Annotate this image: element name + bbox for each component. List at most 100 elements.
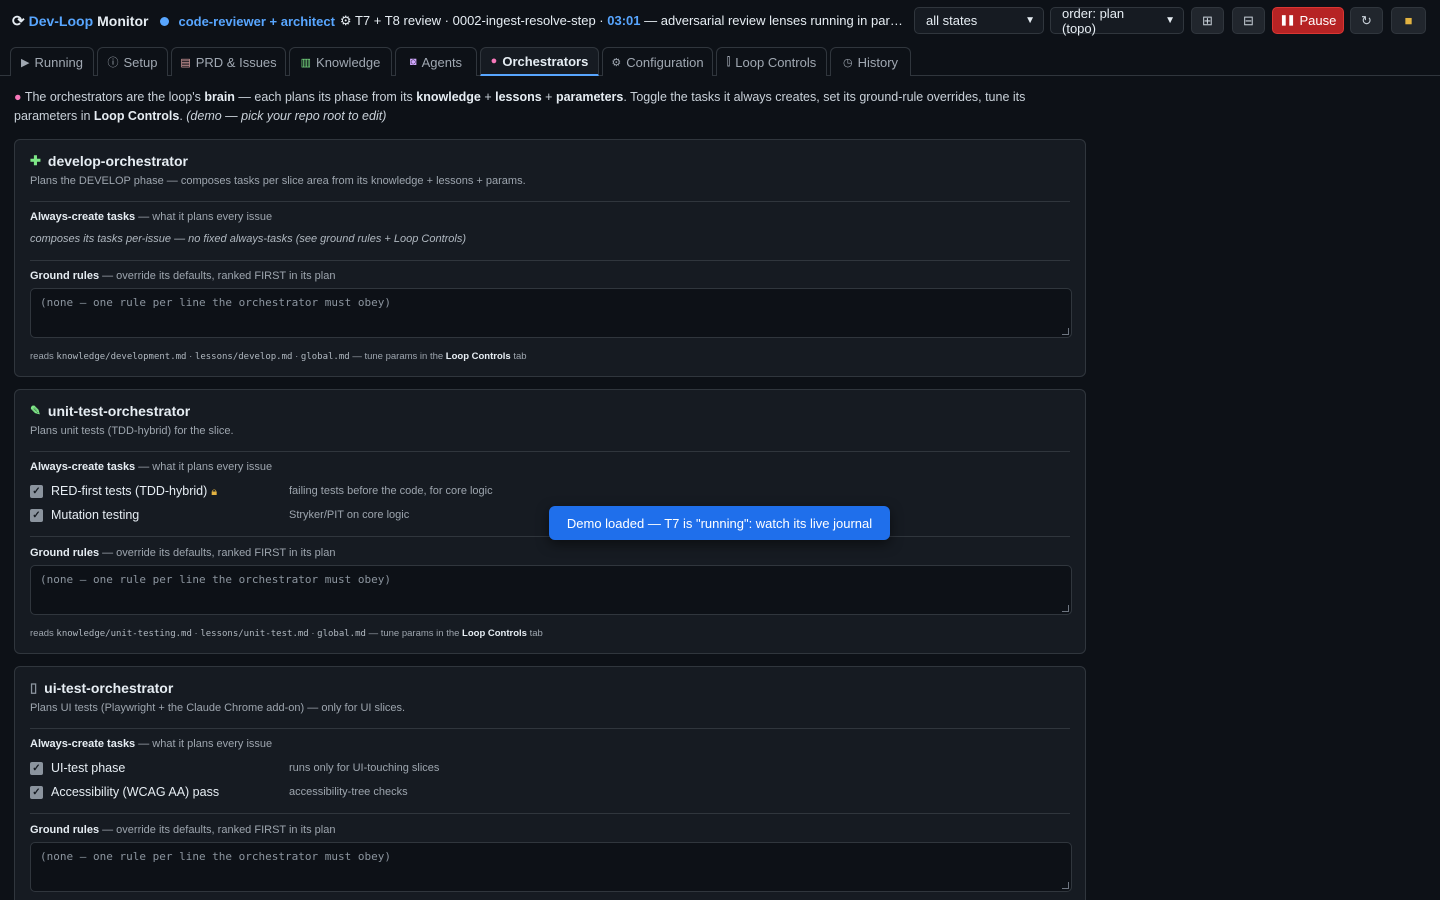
status-line: ⚙ T7 + T8 review · 0002-ingest-resolve-s… [340,13,910,29]
task-checkbox[interactable]: ✓ [30,785,43,799]
tab-loop-controls[interactable]: ⫿ Loop Controls [716,47,827,76]
clock-icon: ◷ [842,56,853,69]
section-hint: — what it plans every issue [135,738,273,750]
orchestrator-name: ui-test-orchestrator [44,680,174,696]
chevron-down-icon: ▼ [1025,15,1035,26]
chevron-down-icon: ▼ [1165,15,1175,26]
pause-label: Pause [1299,13,1337,28]
ground-rules-label: Ground rules — override its defaults, ra… [30,547,335,559]
split-view-button[interactable]: ⊟ [1232,7,1265,34]
always-create-label: Always-create tasks — what it plans ever… [30,211,272,223]
ground-rules-label: Ground rules — override its defaults, ra… [30,824,335,836]
always-create-label: Always-create tasks — what it plans ever… [30,738,272,750]
divider [30,260,1070,261]
tune-tab-link[interactable]: Loop Controls [446,351,511,362]
brain-icon: ● [14,90,22,104]
task-checkbox[interactable]: ✓ [30,484,43,498]
ground-rules-placeholder: (none — one rule per line the orchestrat… [40,296,391,309]
tab-agents[interactable]: ◙ Agents [395,47,477,76]
ground-rules-placeholder: (none — one rule per line the orchestrat… [40,573,391,586]
info-icon: ⓘ [107,57,119,69]
intro-text: ● The orchestrators are the loop's brain… [14,88,1084,126]
intro-bold: brain [204,90,235,104]
tab-label: Agents [421,54,463,70]
task-label: Mutation testing [51,508,140,522]
ground-rules-input[interactable]: (none — one rule per line the orchestrat… [30,842,1072,892]
status-tail: — adversarial review lenses running in p… [644,13,910,28]
order-value: order: plan (topo) [1062,5,1125,36]
divider [30,728,1070,729]
orchestrator-card-develop: ✚ develop-orchestrator Plans the DEVELOP … [14,139,1086,377]
resize-handle[interactable] [1062,605,1069,612]
phone-icon: ▯ [30,680,38,695]
tab-label: Running [34,54,83,70]
intro-bold: lessons [495,90,542,104]
refresh-button[interactable]: ↻ [1350,7,1383,34]
orchestrator-name: develop-orchestrator [47,153,188,169]
intro-bold: parameters [555,90,624,104]
tab-label: History [857,54,899,70]
card-description: Plans unit tests (TDD-hybrid) for the sl… [30,425,234,437]
pause-button[interactable]: ❚❚ Pause [1272,7,1344,34]
tab-orchestrators[interactable]: ● Orchestrators [480,47,599,76]
intro-part: + [480,90,496,104]
status-timer: 03:01 [607,13,641,28]
intro-part: + [541,90,556,104]
status-text: T7 + T8 review · 0002-ingest-resolve-ste… [354,13,604,28]
open-folder-button[interactable]: ■ [1391,7,1426,34]
tab-setup[interactable]: ⓘ Setup [97,47,168,76]
clipboard-icon: ▤ [180,56,191,69]
sep: · [308,628,318,639]
tune-prefix: — tune params in the [349,351,446,362]
intro-demo-note: (demo — pick your repo root to edit) [186,109,387,123]
task-label: RED-first tests (TDD-hybrid) 🔒︎ [51,484,289,499]
divider [30,451,1070,452]
task-label: UI-test phase [51,761,126,775]
intro-part: — each plans its phase from its [234,90,417,104]
tab-prd-issues[interactable]: ▤ PRD & Issues [171,47,286,76]
ground-rules-input[interactable]: (none — one rule per line the orchestrat… [30,565,1072,615]
orchestrator-card-ui-test: ▯ ui-test-orchestrator Plans UI tests (Pl… [14,666,1086,900]
tab-history[interactable]: ◷ History [830,47,911,76]
divider [30,201,1070,202]
tab-label: Loop Controls [735,54,817,70]
status-dot [160,16,170,26]
section-hint: — override its defaults, ranked FIRST in… [99,547,336,559]
tune-suffix: tab [510,351,527,362]
top-bar: ⟳ Dev-Loop Monitor code-reviewer + archi… [0,0,1440,42]
reads-file: knowledge/development.md [56,352,187,362]
grid-icon: ⊞ [1202,12,1213,28]
section-hint: — what it plans every issue [135,461,273,473]
play-icon: ▶ [21,56,30,69]
card-title: ✎ unit-test-orchestrator [30,403,190,419]
task-checkbox[interactable]: ✓ [30,508,43,522]
resize-handle[interactable] [1062,328,1069,335]
sep: · [186,351,195,362]
task-row: ✓ Accessibility (WCAG AA) pass accessibi… [30,784,408,800]
task-description: failing tests before the code, for core … [289,485,493,497]
tune-tab-link[interactable]: Loop Controls [462,628,527,639]
gear-icon: ⚙ [611,56,622,69]
robot-icon: ◙ [409,56,417,68]
reads-file: lessons/develop.md [194,352,293,362]
toast-notification[interactable]: Demo loaded — T7 is "running": watch its… [549,506,890,540]
slider-icon: ⫿ [726,55,731,68]
state-filter-select[interactable]: all states ▼ [914,7,1044,34]
tab-knowledge[interactable]: ▥ Knowledge [289,47,392,76]
task-checkbox[interactable]: ✓ [30,761,43,775]
ground-rules-input[interactable]: (none — one rule per line the orchestrat… [30,288,1072,338]
orchestrator-name: unit-test-orchestrator [47,403,191,419]
tab-running[interactable]: ▶ Running [10,47,94,76]
resize-handle[interactable] [1062,882,1069,889]
no-always-tasks-note: composes its tasks per-issue — no fixed … [30,233,467,245]
tab-configuration[interactable]: ⚙ Configuration [602,47,713,76]
reads-line: reads knowledge/development.md · lessons… [30,351,527,362]
app-title: ⟳ Dev-Loop Monitor [12,12,148,30]
sep: · [292,351,301,362]
books-icon: ▥ [300,56,312,69]
card-description: Plans the DEVELOP phase — composes tasks… [30,175,526,187]
section-title: Ground rules [30,824,100,836]
section-title: Ground rules [30,547,100,559]
grid-view-button[interactable]: ⊞ [1191,7,1224,34]
order-select[interactable]: order: plan (topo) ▼ [1050,5,1184,36]
